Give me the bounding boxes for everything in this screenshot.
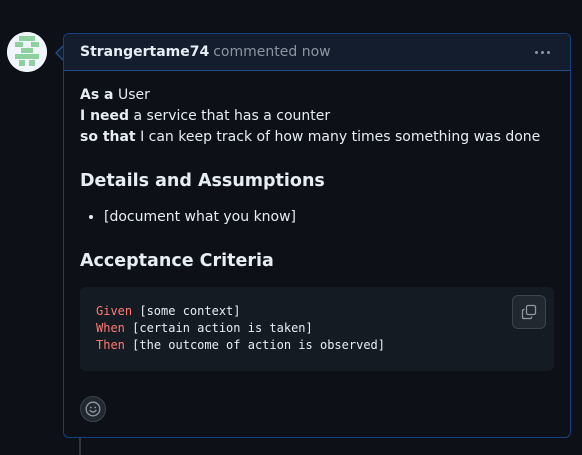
code-line: Given [some context]: [96, 303, 538, 320]
code-keyword: Then: [96, 338, 125, 352]
comment-body: As a User I need a service that has a co…: [64, 71, 570, 371]
details-heading: Details and Assumptions: [80, 171, 325, 191]
comment-header: Strangertame74 commented now: [64, 34, 570, 71]
story-so-that: so that I can keep track of how many tim…: [80, 127, 554, 148]
code-keyword: Given: [96, 304, 133, 318]
smiley-icon: [85, 401, 101, 417]
identicon-icon: [7, 32, 47, 72]
add-reaction-button[interactable]: [80, 396, 106, 422]
code-line: When [certain action is taken]: [96, 320, 538, 337]
code-line: Then [the outcome of action is observed]: [96, 337, 538, 354]
code-block: Given [some context] When [certain actio…: [80, 287, 554, 371]
avatar[interactable]: [7, 32, 47, 72]
copy-button[interactable]: [512, 295, 546, 329]
comment-timestamp[interactable]: commented now: [213, 44, 330, 60]
code-keyword: When: [96, 321, 125, 335]
story-value: a service that has a counter: [133, 108, 331, 124]
story-label: I need: [80, 108, 130, 124]
code-text: [certain action is taken]: [132, 321, 313, 335]
story-value: User: [117, 87, 150, 103]
story-label: so that: [80, 129, 136, 145]
details-list: [document what you know]: [104, 207, 554, 228]
timeline-connector: [79, 437, 81, 455]
story-i-need: I need a service that has a counter: [80, 106, 554, 127]
comment-box: Strangertame74 commented now As a User I…: [63, 33, 571, 438]
story-as-a: As a User: [80, 85, 554, 106]
story-label: As a: [80, 87, 114, 103]
kebab-horizontal-icon[interactable]: [530, 42, 554, 62]
code-text: [some context]: [139, 304, 241, 318]
list-item: [document what you know]: [104, 207, 554, 228]
issue-timeline: Strangertame74 commented now As a User I…: [0, 0, 582, 455]
acceptance-heading: Acceptance Criteria: [80, 251, 274, 271]
code-text: [the outcome of action is observed]: [132, 338, 386, 352]
copy-icon: [521, 304, 537, 320]
story-value: I can keep track of how many times somet…: [140, 129, 541, 145]
author-link[interactable]: Strangertame74: [80, 44, 209, 60]
